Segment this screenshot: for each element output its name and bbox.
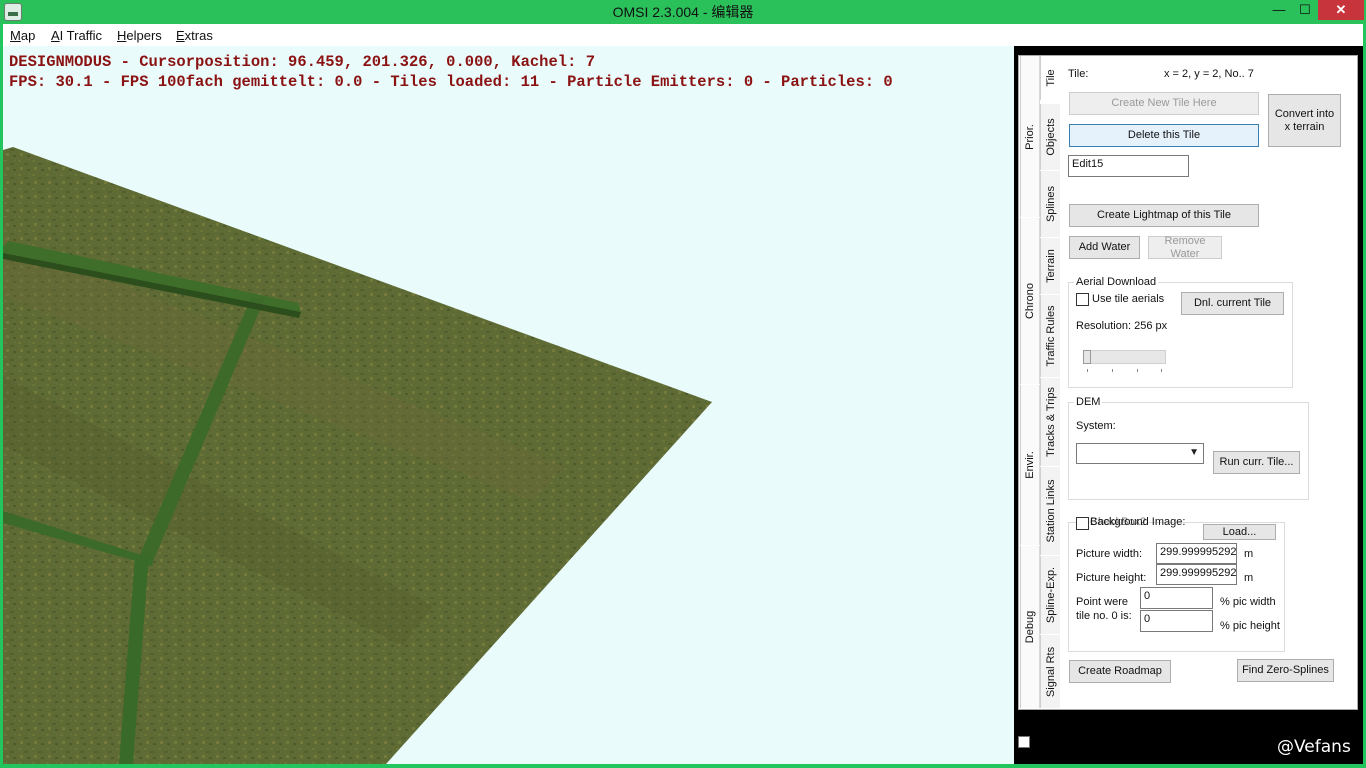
background-image-title: Background Image:: [1090, 516, 1186, 528]
picture-width-field[interactable]: 299.999995292: [1156, 543, 1237, 564]
slider-tick: [1087, 369, 1088, 372]
remove-water-button[interactable]: Remove Water: [1148, 235, 1222, 260]
terrain-view[interactable]: [3, 46, 1014, 764]
tab-debug[interactable]: Debug: [1020, 546, 1040, 708]
pic-width-percent-field[interactable]: 0: [1140, 587, 1213, 609]
tab-traffic-rules[interactable]: Traffic Rules: [1040, 295, 1060, 377]
tile-info: x = 2, y = 2, No.. 7: [1164, 68, 1254, 80]
tab-splines[interactable]: Splines: [1040, 171, 1060, 237]
resolution-slider-thumb[interactable]: [1083, 350, 1091, 364]
window-title: OMSI 2.3.004 - 编辑器: [612, 4, 754, 20]
menu-extras[interactable]: Extras: [176, 28, 213, 43]
menu-helpers[interactable]: Helpers: [117, 28, 162, 43]
aerial-download-title: Aerial Download: [1074, 276, 1159, 288]
create-roadmap-button[interactable]: Create Roadmap: [1069, 660, 1171, 683]
pic-height-percent-label: % pic height: [1220, 620, 1280, 632]
load-button[interactable]: Load...: [1203, 524, 1276, 540]
slider-tick: [1161, 369, 1162, 372]
frame-checkbox[interactable]: [1018, 736, 1030, 748]
dnl-current-tile-button[interactable]: Dnl. current Tile: [1181, 292, 1284, 315]
system-select[interactable]: ▼: [1076, 443, 1204, 464]
tab-terrain[interactable]: Terrain: [1040, 238, 1060, 294]
run-current-tile-button[interactable]: Run curr. Tile...: [1213, 451, 1300, 474]
picture-width-unit: m: [1244, 548, 1254, 560]
pic-width-percent-label: % pic width: [1220, 596, 1276, 608]
pic-height-percent-field[interactable]: 0: [1140, 610, 1213, 632]
create-new-tile-button[interactable]: Create New Tile Here: [1069, 92, 1259, 115]
chevron-down-icon: ▼: [1189, 447, 1199, 458]
close-button[interactable]: ✕: [1318, 0, 1364, 20]
menu-bar: Map AI Traffic Helpers Extras: [3, 24, 1363, 46]
resolution-label: Resolution: 256 px: [1076, 320, 1168, 332]
edit-field[interactable]: Edit15: [1068, 155, 1189, 177]
use-tile-aerials-label: Use tile aerials: [1092, 293, 1165, 305]
tab-prior[interactable]: Prior.: [1020, 56, 1040, 217]
minimize-button[interactable]: —: [1266, 0, 1292, 20]
delete-tile-button[interactable]: Delete this Tile: [1069, 124, 1259, 147]
menu-map[interactable]: Map: [10, 28, 35, 43]
tile-label: Tile:: [1068, 68, 1089, 80]
tab-tracks-trips[interactable]: Tracks & Trips: [1040, 378, 1060, 466]
tab-station-links[interactable]: Station Links: [1040, 467, 1060, 555]
picture-height-label: Picture height:: [1076, 572, 1147, 584]
add-water-button[interactable]: Add Water: [1069, 236, 1140, 259]
title-bar: OMSI 2.3.004 - 编辑器 — ☐ ✕: [0, 0, 1366, 24]
point-label-1: Point were: [1076, 596, 1128, 608]
tab-envir[interactable]: Envir.: [1020, 385, 1040, 545]
dem-title: DEM: [1074, 396, 1103, 408]
system-label: System:: [1076, 420, 1116, 432]
tab-signal-routes[interactable]: Signal Rts: [1040, 635, 1060, 708]
picture-height-unit: m: [1244, 572, 1254, 584]
tab-spline-exp[interactable]: Spline-Exp.: [1040, 556, 1060, 634]
maximize-button[interactable]: ☐: [1292, 0, 1318, 20]
tab-objects[interactable]: Objects: [1040, 104, 1060, 170]
menu-ai-traffic[interactable]: AI Traffic: [51, 28, 102, 43]
picture-width-label: Picture width:: [1076, 548, 1143, 560]
slider-tick: [1137, 369, 1138, 372]
find-zero-splines-button[interactable]: Find Zero-Splines: [1237, 659, 1334, 682]
slider-tick: [1112, 369, 1113, 372]
point-label-2: tile no. 0 is:: [1076, 610, 1132, 622]
background-image-checkbox[interactable]: [1076, 517, 1089, 530]
resolution-slider[interactable]: [1083, 350, 1166, 364]
cursor-status: DESIGNMODUS - Cursorposition: 96.459, 20…: [9, 53, 595, 71]
tab-chrono[interactable]: Chrono: [1020, 218, 1040, 384]
use-tile-aerials-checkbox[interactable]: [1076, 293, 1089, 306]
picture-height-field[interactable]: 299.999995292: [1156, 564, 1237, 585]
fps-status: FPS: 30.1 - FPS 100fach gemittelt: 0.0 -…: [9, 73, 893, 91]
tab-tile[interactable]: Tile: [1040, 56, 1060, 100]
watermark: @Vefans: [1277, 737, 1351, 757]
convert-terrain-button[interactable]: Convert into x terrain: [1268, 94, 1341, 147]
create-lightmap-button[interactable]: Create Lightmap of this Tile: [1069, 204, 1259, 227]
editor-viewport[interactable]: DESIGNMODUS - Cursorposition: 96.459, 20…: [3, 46, 1014, 764]
